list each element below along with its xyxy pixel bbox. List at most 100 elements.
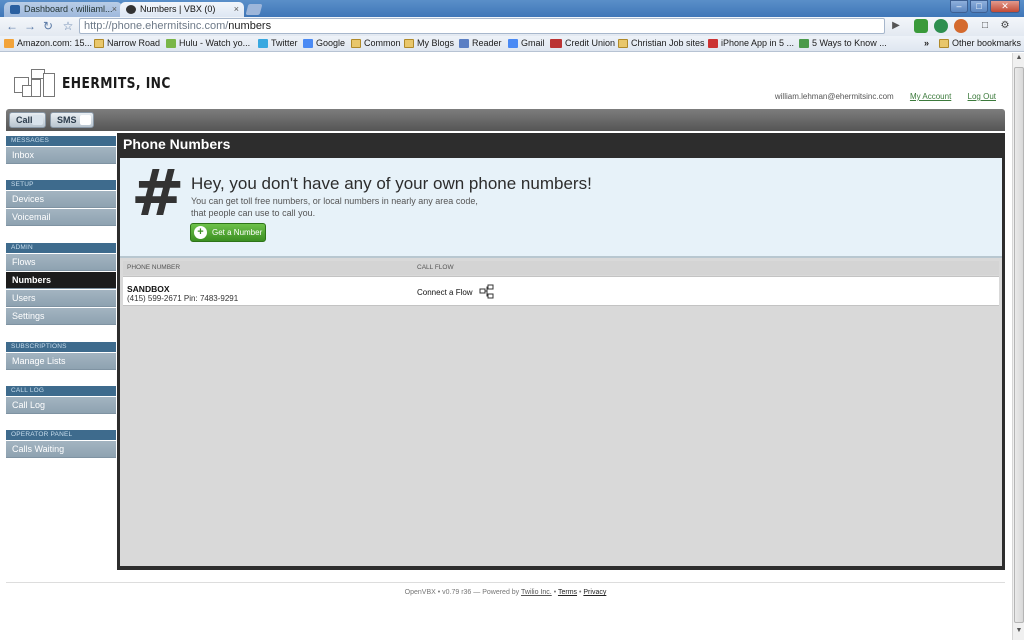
scrollbar-thumb[interactable] — [1014, 67, 1024, 623]
flow-icon[interactable] — [479, 284, 495, 299]
tla-icon — [550, 39, 562, 48]
amazon-icon — [4, 39, 14, 48]
scroll-down-icon[interactable]: ▼ — [1014, 627, 1024, 639]
table-header: PHONE NUMBER CALL FLOW — [123, 261, 999, 275]
twitter-icon — [258, 39, 268, 48]
other-bookmarks[interactable]: Other bookmarks — [939, 36, 1021, 51]
sidebar-item-settings[interactable]: Settings — [6, 308, 116, 325]
close-tab-icon[interactable]: × — [112, 2, 117, 16]
empty-state: # Hey, you don't have any of your own ph… — [120, 158, 1002, 258]
footer-bullet: • — [578, 589, 582, 596]
sidebar-item-calls-waiting[interactable]: Calls Waiting — [6, 441, 116, 458]
bookmark-item[interactable]: iPhone App in 5 ... — [708, 36, 794, 51]
company-logo[interactable]: EHERMITS, INC — [14, 67, 170, 99]
sms-toggle-icon — [80, 115, 91, 125]
logo-text: EHERMITS, INC — [62, 74, 171, 92]
scroll-up-icon[interactable]: ▲ — [1014, 54, 1024, 66]
folder-icon — [404, 39, 414, 48]
number-name: SANDBOX — [127, 284, 170, 294]
reload-icon[interactable]: ↻ — [40, 18, 56, 34]
twilio-link[interactable]: Twilio Inc. — [521, 589, 552, 596]
my-account-link[interactable]: My Account — [910, 92, 951, 101]
tab-title: Numbers | VBX (0) — [140, 4, 216, 14]
folder-icon — [351, 39, 361, 48]
google-icon — [303, 39, 313, 48]
table-row[interactable]: SANDBOX (415) 599-2671 Pin: 7483-9291 Co… — [123, 276, 999, 306]
gmail-icon — [508, 39, 518, 48]
bookmark-item[interactable]: Amazon.com: 15... — [4, 36, 92, 51]
page-scrollbar[interactable]: ▲ ▼ — [1012, 53, 1024, 640]
sidebar-item-numbers[interactable]: Numbers — [6, 272, 116, 289]
sms-button[interactable]: SMS — [50, 112, 94, 128]
extension-icon[interactable] — [954, 19, 968, 33]
call-button[interactable]: Call — [9, 112, 46, 128]
connect-flow-link[interactable]: Connect a Flow — [417, 288, 473, 297]
bookmarks-overflow-chevron[interactable]: » — [924, 36, 929, 51]
address-bar[interactable]: http://phone.ehermitsinc.com/numbers — [79, 18, 885, 34]
browser-tab-dashboard[interactable]: Dashboard ‹ williaml... × — [4, 2, 122, 17]
wordpress-icon — [10, 5, 20, 14]
bookmark-item[interactable]: 5 Ways to Know ... — [799, 36, 887, 51]
go-icon[interactable]: ▶ — [889, 19, 903, 33]
sidebar-section-subscriptions: SUBSCRIPTIONS — [6, 342, 116, 352]
get-a-number-button[interactable]: + Get a Number — [190, 223, 266, 242]
close-tab-icon[interactable]: × — [234, 2, 239, 16]
page: EHERMITS, INC william.lehman@ehermitsinc… — [0, 53, 1011, 640]
privacy-link[interactable]: Privacy — [583, 589, 606, 596]
maximize-icon[interactable]: □ — [970, 0, 988, 13]
sidebar-section-operator-panel: OPERATOR PANEL — [6, 430, 116, 440]
bookmark-item[interactable]: Hulu - Watch yo... — [166, 36, 250, 51]
call-toggle-icon — [32, 115, 43, 125]
minimize-icon[interactable]: – — [950, 0, 968, 13]
window-controls: – □ ✕ — [950, 0, 1020, 14]
user-bar: william.lehman@ehermitsinc.com My Accoun… — [775, 92, 996, 101]
phone-number: (415) 599-2671 Pin: 7483-9291 — [127, 294, 239, 303]
top-nav: Call SMS — [6, 109, 1005, 131]
footer-divider — [6, 582, 1005, 583]
browser-tab-numbers[interactable]: Numbers | VBX (0) × — [120, 2, 244, 17]
tab-title: Dashboard ‹ williaml... — [24, 4, 113, 14]
sidebar-section-messages: MESSAGES — [6, 136, 116, 146]
bookmark-item[interactable]: Narrow Road — [94, 36, 160, 51]
main-panel: Phone Numbers # Hey, you don't have any … — [117, 133, 1005, 570]
bookmark-item[interactable]: Google — [303, 36, 345, 51]
sidebar: MESSAGES Inbox SETUP Devices Voicemail A… — [6, 133, 116, 570]
star-icon[interactable]: ☆ — [60, 18, 76, 34]
bookmark-item[interactable]: Common — [351, 36, 401, 51]
sidebar-item-manage-lists[interactable]: Manage Lists — [6, 353, 116, 370]
browser-toolbar: ← → ↻ ☆ http://phone.ehermitsinc.com/num… — [0, 17, 1024, 36]
forward-icon[interactable]: → — [22, 18, 38, 34]
back-icon[interactable]: ← — [4, 18, 20, 34]
bookmark-item[interactable]: Credit Union — [550, 36, 615, 51]
extension-icon[interactable] — [934, 19, 948, 33]
bookmark-item[interactable]: Christian Job sites — [618, 36, 705, 51]
column-header-phone-number: PHONE NUMBER — [127, 264, 181, 271]
sidebar-section-call-log: CALL LOG — [6, 386, 116, 396]
site-icon — [708, 39, 718, 48]
bookmark-item[interactable]: Twitter — [258, 36, 298, 51]
logout-link[interactable]: Log Out — [968, 92, 996, 101]
browser-tabstrip: Dashboard ‹ williaml... × Numbers | VBX … — [0, 0, 1024, 17]
page-title: Phone Numbers — [123, 136, 231, 152]
sidebar-item-inbox[interactable]: Inbox — [6, 147, 116, 164]
bookmark-item[interactable]: Reader — [459, 36, 502, 51]
folder-icon — [939, 39, 949, 48]
terms-link[interactable]: Terms — [558, 589, 577, 596]
window-close-icon[interactable]: ✕ — [990, 0, 1020, 13]
sidebar-item-users[interactable]: Users — [6, 290, 116, 307]
page-menu-icon[interactable]: □ — [978, 19, 992, 33]
wrench-icon[interactable]: ⚙ — [998, 19, 1012, 33]
sidebar-item-call-log[interactable]: Call Log — [6, 397, 116, 414]
new-tab-button[interactable] — [245, 4, 263, 15]
empty-description: You can get toll free numbers, or local … — [191, 196, 478, 218]
bookmark-item[interactable]: My Blogs — [404, 36, 454, 51]
folder-icon — [94, 39, 104, 48]
extension-icon[interactable] — [914, 19, 928, 33]
sidebar-item-flows[interactable]: Flows — [6, 254, 116, 271]
sidebar-item-voicemail[interactable]: Voicemail — [6, 209, 116, 226]
folder-icon — [618, 39, 628, 48]
sidebar-section-setup: SETUP — [6, 180, 116, 190]
bookmark-item[interactable]: Gmail — [508, 36, 545, 51]
sidebar-section-admin: ADMIN — [6, 243, 116, 253]
sidebar-item-devices[interactable]: Devices — [6, 191, 116, 208]
